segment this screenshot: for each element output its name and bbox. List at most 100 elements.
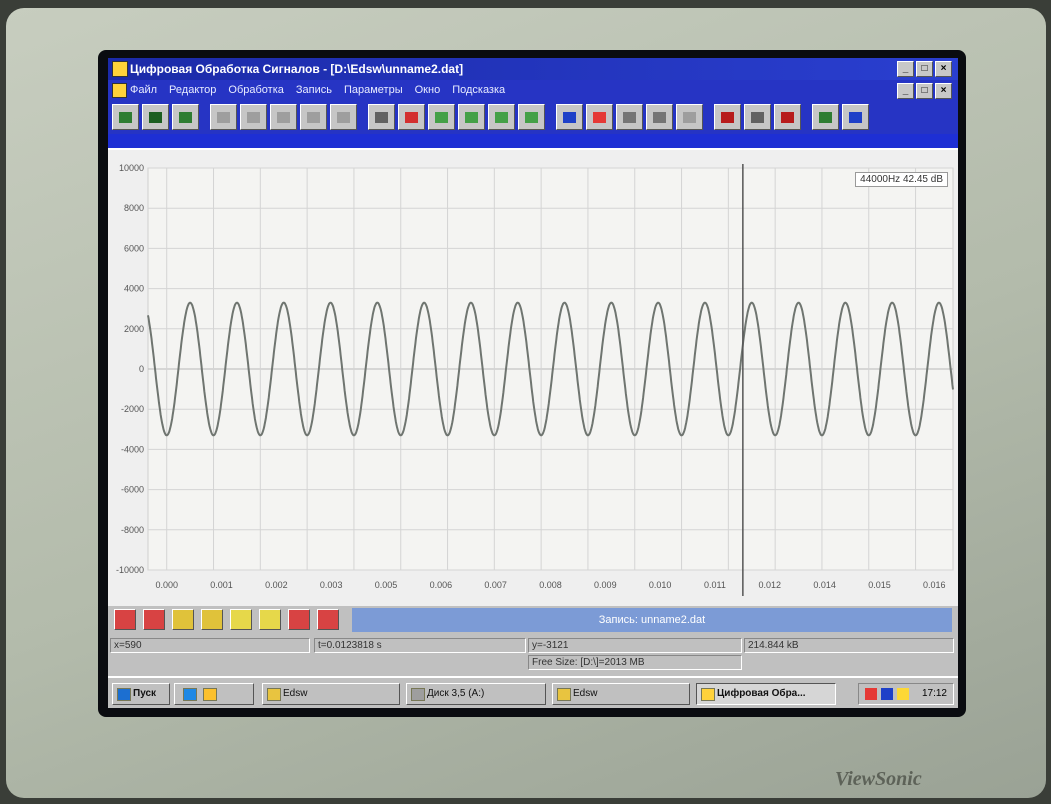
pause-button[interactable] — [458, 104, 485, 130]
histogram2-button[interactable] — [744, 104, 771, 130]
x-tick-label: 0.011 — [704, 580, 726, 590]
sample-rate-label: 44000Hz 42.45 dB — [855, 172, 948, 187]
edit-icon — [179, 111, 192, 123]
y-tick-label: -8000 — [121, 525, 144, 535]
zoom-out-button[interactable] — [240, 104, 267, 130]
status-free-size: Free Size: [D:\]=2013 MB — [528, 655, 742, 670]
taskbar: Пуск Edsw Диск 3,5 (A:) Edsw Цифровая Об… — [108, 676, 958, 708]
taskbar-item-edsw[interactable]: Edsw — [262, 683, 400, 705]
taskbar-item-floppy[interactable]: Диск 3,5 (A:) — [406, 683, 546, 705]
x-tick-label: 0.007 — [484, 580, 507, 590]
copy-button[interactable] — [330, 104, 357, 130]
explorer-icon[interactable] — [203, 688, 217, 701]
step-button[interactable] — [488, 104, 515, 130]
rec-f-button[interactable] — [259, 609, 281, 630]
taskbar-item-dsp-app[interactable]: Цифровая Обра... — [696, 683, 836, 705]
status-bar: x=590 t=0.0123818 s y=-3121 214.844 kB F… — [108, 636, 958, 672]
document-title-band — [108, 134, 958, 148]
browser-icon[interactable] — [183, 688, 197, 701]
play-selection-button[interactable] — [518, 104, 545, 130]
menu-help[interactable]: Подсказка — [452, 80, 505, 100]
rec-e-button[interactable] — [230, 609, 252, 630]
x-tick-label: 0.001 — [210, 580, 233, 590]
waveform-plot[interactable]: 10000 8000 6000 4000 2000 0 -2000 -4000 -6000 -80… — [108, 148, 958, 608]
window-button[interactable] — [616, 104, 643, 130]
zoom-in-icon — [217, 111, 230, 123]
rec-d-button[interactable] — [201, 609, 223, 630]
y-tick-label: 2000 — [124, 324, 144, 334]
app-icon — [701, 688, 715, 701]
app-icon[interactable] — [112, 61, 128, 77]
tray-app-icon[interactable] — [897, 688, 909, 700]
document-controls: _ □ × — [897, 83, 952, 99]
record-button[interactable] — [398, 104, 425, 130]
menu-processing[interactable]: Обработка — [228, 80, 283, 100]
record-bar: Запись: unname2.dat — [108, 606, 958, 634]
mic-icon — [375, 111, 388, 123]
doc-close-button[interactable]: × — [935, 83, 952, 99]
rec-c-button[interactable] — [172, 609, 194, 630]
edit-button[interactable] — [172, 104, 199, 130]
zoom-fit-button[interactable] — [270, 104, 297, 130]
rec-h-button[interactable] — [317, 609, 339, 630]
x-tick-label: 0.010 — [649, 580, 672, 590]
wave-button[interactable] — [676, 104, 703, 130]
waveform-chart[interactable]: 10000 8000 6000 4000 2000 0 -2000 -4000 -6000 -80… — [108, 150, 958, 608]
rec-a-button[interactable] — [114, 609, 136, 630]
spectrum-button[interactable] — [556, 104, 583, 130]
menu-file[interactable]: Файл — [130, 80, 157, 100]
menu-window[interactable]: Окно — [415, 80, 441, 100]
taskbar-item-edsw-2[interactable]: Edsw — [552, 683, 690, 705]
document-icon[interactable] — [112, 83, 127, 98]
zoom-in-button[interactable] — [210, 104, 237, 130]
menu-parameters[interactable]: Параметры — [344, 80, 403, 100]
tray-language-icon[interactable] — [881, 688, 893, 700]
tray-volume-icon[interactable] — [865, 688, 877, 700]
start-label: Пуск — [133, 688, 157, 699]
step-icon — [495, 111, 508, 123]
record-name: Запись: unname2.dat — [352, 608, 952, 632]
channels-button[interactable] — [812, 104, 839, 130]
menu-editor[interactable]: Редактор — [169, 80, 216, 100]
settings-button[interactable] — [842, 104, 869, 130]
settings-icon — [849, 111, 862, 123]
filter-button[interactable] — [586, 104, 613, 130]
x-tick-label: 0.000 — [155, 580, 178, 590]
minimize-button[interactable]: _ — [897, 61, 914, 77]
tile-button[interactable] — [646, 104, 673, 130]
menu-record[interactable]: Запись — [296, 80, 332, 100]
y-tick-label: 4000 — [124, 284, 144, 294]
play-button[interactable] — [428, 104, 455, 130]
channels-icon — [819, 111, 832, 123]
cut-button[interactable] — [300, 104, 327, 130]
open-icon — [119, 111, 132, 123]
main-toolbar — [108, 100, 958, 134]
doc-minimize-button[interactable]: _ — [897, 83, 914, 99]
rec-b-button[interactable] — [143, 609, 165, 630]
maximize-button[interactable]: □ — [916, 61, 933, 77]
title-bar[interactable]: Цифровая Обработка Сигналов - [D:\Edsw\u… — [108, 58, 958, 80]
folder-icon — [267, 688, 281, 701]
status-x: x=590 — [110, 638, 310, 653]
rec-g-button[interactable] — [288, 609, 310, 630]
mic-button[interactable] — [368, 104, 395, 130]
open-button[interactable] — [112, 104, 139, 130]
start-button[interactable]: Пуск — [112, 683, 170, 705]
y-tick-label: 10000 — [119, 163, 144, 173]
zoom-out-icon — [247, 111, 260, 123]
x-tick-label: 0.006 — [430, 580, 453, 590]
doc-maximize-button[interactable]: □ — [916, 83, 933, 99]
histogram-button[interactable] — [714, 104, 741, 130]
x-tick-label: 0.014 — [813, 580, 836, 590]
y-tick-label: -2000 — [121, 404, 144, 414]
close-button[interactable]: × — [935, 61, 952, 77]
play-icon — [435, 111, 448, 123]
pause-icon — [465, 111, 478, 123]
save-button[interactable] — [142, 104, 169, 130]
x-tick-label: 0.005 — [375, 580, 398, 590]
system-tray: 17:12 — [858, 683, 954, 705]
task-label: Edsw — [573, 688, 598, 699]
histogram3-button[interactable] — [774, 104, 801, 130]
task-label: Цифровая Обра... — [717, 688, 806, 699]
histogram-icon — [721, 111, 734, 123]
